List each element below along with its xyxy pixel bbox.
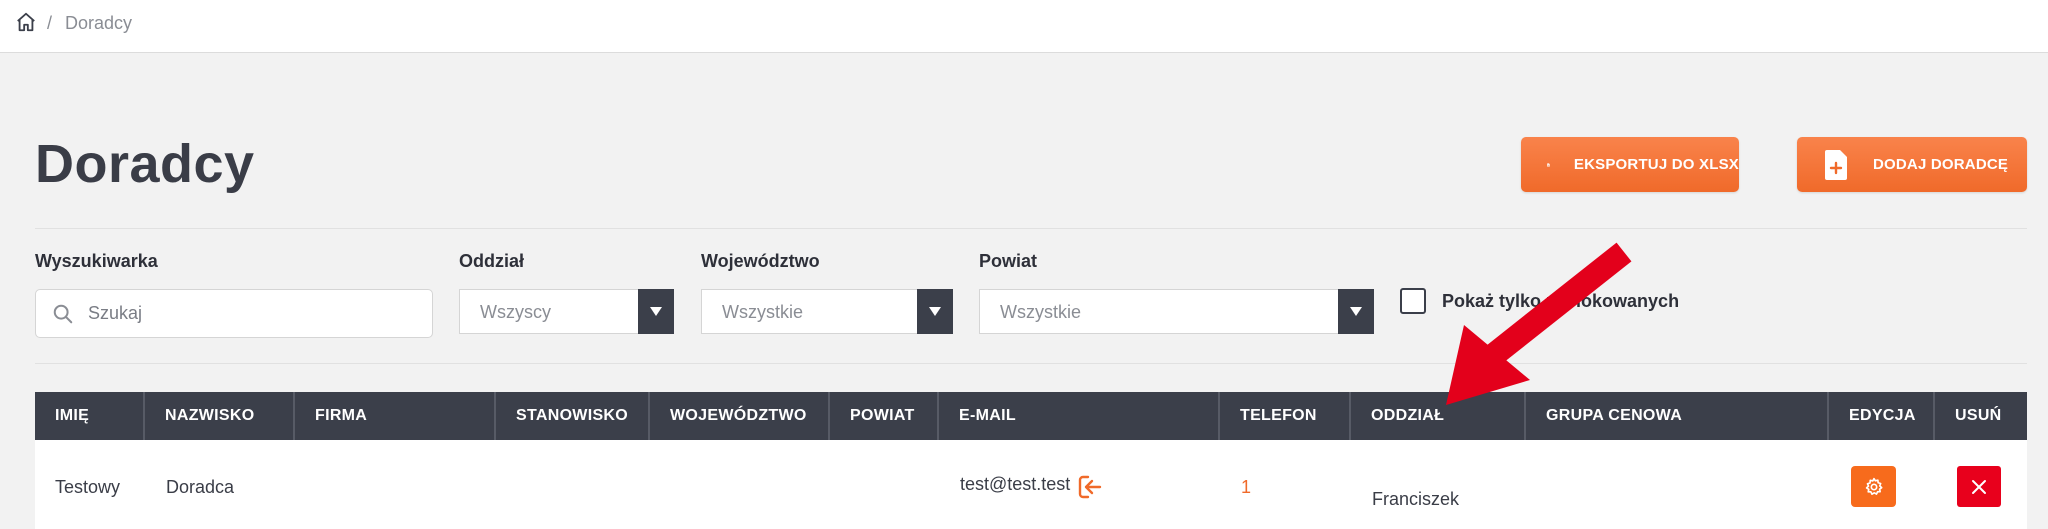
blocked-only-checkbox[interactable] (1400, 288, 1426, 314)
voivodeship-label: Województwo (701, 251, 820, 271)
branch-label: Oddział (459, 251, 525, 271)
column-header-price-group[interactable]: GRUPA CENOWA (1524, 392, 1827, 440)
edit-button[interactable] (1851, 466, 1896, 507)
file-download-icon (1547, 162, 1550, 167)
breadcrumb-bar: / Doradcy (0, 0, 2048, 53)
search-icon (53, 304, 73, 324)
login-icon[interactable] (1077, 474, 1103, 500)
breadcrumb-separator: / (47, 13, 53, 33)
chevron-down-icon[interactable] (917, 289, 953, 334)
page-title: Doradcy (35, 134, 255, 194)
district-label: Powiat (979, 251, 1038, 271)
column-header-last-name[interactable]: NAZWISKO (143, 392, 293, 440)
delete-button[interactable] (1957, 466, 2001, 507)
column-header-email[interactable]: E-MAIL (937, 392, 1218, 440)
search-label: Wyszukiwarka (35, 251, 158, 271)
blocked-only-label[interactable]: Pokaż tylko zablokowanych (1442, 291, 1679, 312)
table-row: Testowy Doradca test@test.test 1 Francis… (35, 440, 2027, 529)
chevron-down-icon[interactable] (1338, 289, 1374, 334)
divider (35, 228, 2027, 229)
search-box (35, 289, 433, 338)
column-header-position[interactable]: STANOWISKO (494, 392, 648, 440)
close-icon (1972, 479, 1986, 494)
column-header-phone[interactable]: TELEFON (1218, 392, 1349, 440)
voivodeship-select[interactable]: Wszystkie (701, 289, 953, 334)
export-xlsx-button[interactable]: EKSPORTUJ DO XLSX (1521, 137, 1739, 192)
cell-last-name: Doradca (166, 477, 235, 497)
column-header-first-name[interactable]: IMIĘ (35, 392, 143, 440)
branch-select-value: Wszyscy (480, 302, 551, 322)
cell-email: test@test.test (960, 474, 1071, 494)
chevron-down-icon[interactable] (638, 289, 674, 334)
table-header: IMIĘ NAZWISKO FIRMA STANOWISKO WOJEWÓDZT… (35, 392, 2027, 440)
cell-branch: Franciszek (1372, 489, 1460, 509)
file-add-icon (1825, 149, 1847, 180)
cell-phone[interactable]: 1 (1241, 477, 1251, 498)
column-header-company[interactable]: FIRMA (293, 392, 494, 440)
column-header-edit: EDYCJA (1827, 392, 1933, 440)
cell-first-name: Testowy (55, 477, 121, 497)
breadcrumb-current: Doradcy (65, 13, 133, 33)
district-select[interactable]: Wszystkie (979, 289, 1374, 334)
branch-select[interactable]: Wszyscy (459, 289, 674, 334)
column-header-delete: USUŃ (1933, 392, 2027, 440)
column-header-district[interactable]: POWIAT (828, 392, 937, 440)
home-icon[interactable] (15, 11, 37, 33)
gear-icon (1865, 477, 1882, 495)
divider (35, 363, 2027, 364)
voivodeship-select-value: Wszystkie (722, 302, 803, 322)
column-header-branch[interactable]: ODDZIAŁ (1349, 392, 1524, 440)
add-advisor-button[interactable]: DODAJ DORADCĘ (1797, 137, 2027, 192)
export-xlsx-label: EKSPORTUJ DO XLSX (1573, 156, 1739, 173)
search-input[interactable] (88, 290, 418, 337)
column-header-voivodeship[interactable]: WOJEWÓDZTWO (648, 392, 828, 440)
add-advisor-label: DODAJ DORADCĘ (1873, 156, 2009, 173)
district-select-value: Wszystkie (1000, 302, 1081, 322)
